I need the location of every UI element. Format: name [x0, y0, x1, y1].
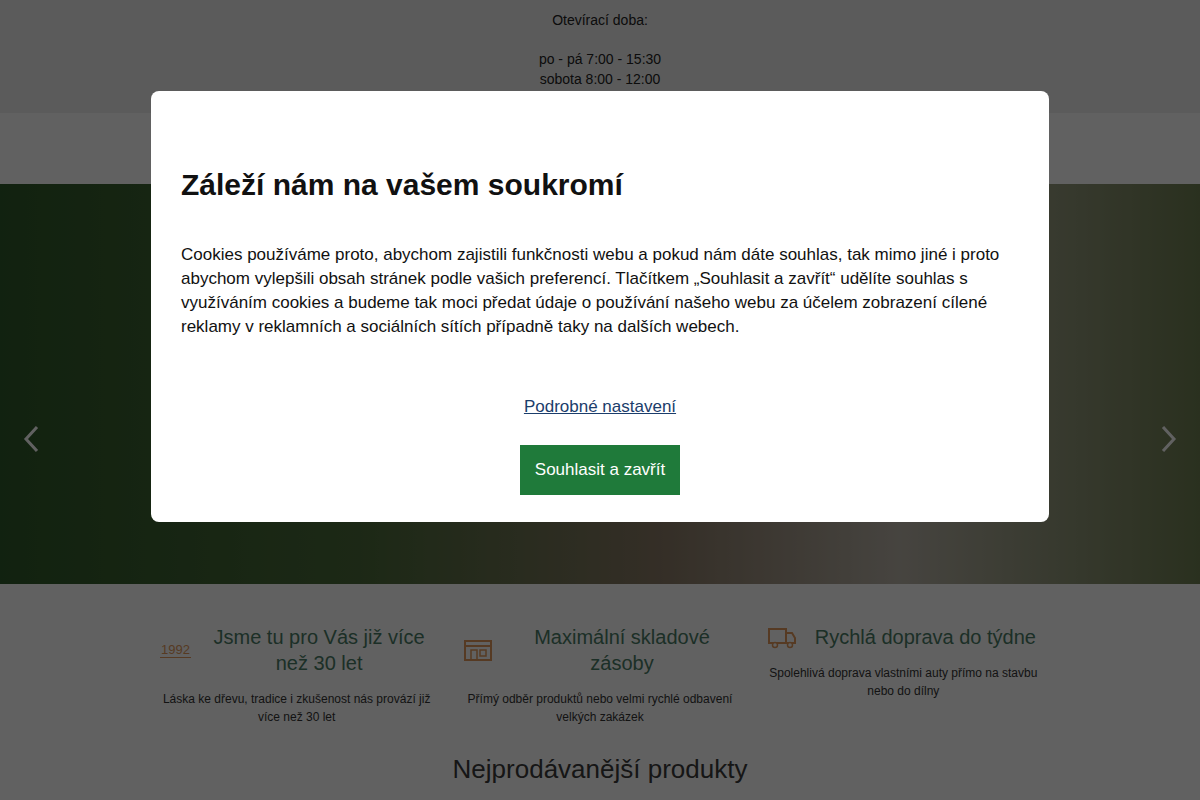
- detailed-settings-link[interactable]: Podrobné nastavení: [524, 397, 676, 417]
- cookie-dialog-text: Cookies používáme proto, abychom zajisti…: [181, 243, 1019, 339]
- cookie-dialog: Záleží nám na vašem soukromí Cookies použ…: [151, 91, 1049, 522]
- cookie-dialog-title: Záleží nám na vašem soukromí: [181, 165, 1019, 205]
- page: Otevírací doba:po - pá 7:00 - 15:30sobot…: [0, 0, 1200, 800]
- accept-button[interactable]: Souhlasit a zavřít: [520, 445, 680, 495]
